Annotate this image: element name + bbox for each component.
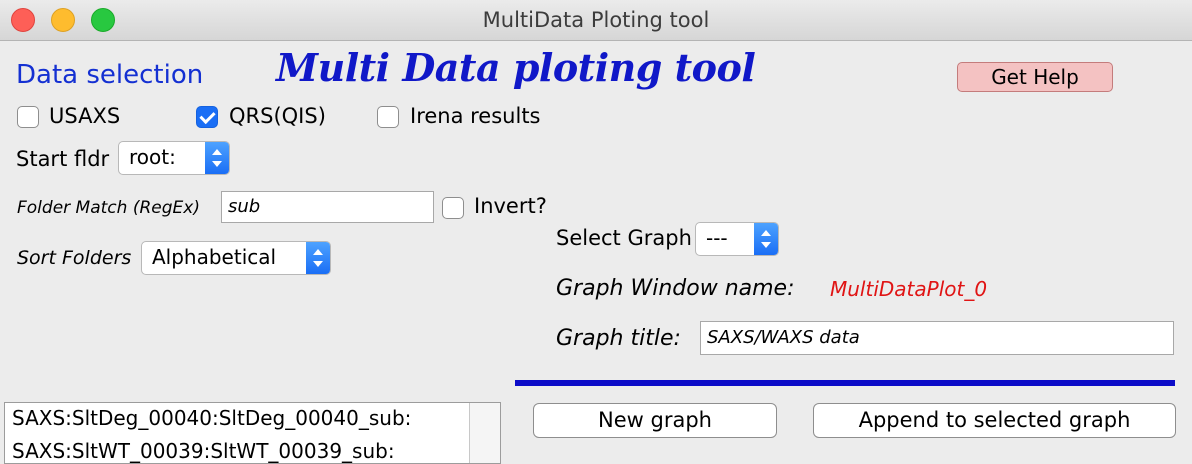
section-divider <box>515 380 1175 386</box>
main-title: Multi Data ploting tool <box>276 45 756 90</box>
popup-arrows-icon <box>205 142 229 174</box>
irena-results-label: Irena results <box>410 104 541 128</box>
popup-arrows-icon <box>306 242 330 274</box>
select-graph-popup[interactable]: --- <box>695 222 779 256</box>
start-folder-label: Start fldr <box>16 147 110 171</box>
section-title: Data selection <box>16 60 204 90</box>
folder-list[interactable]: SAXS:SltDeg_00040:SltDeg_00040_sub: SAXS… <box>4 402 501 464</box>
select-graph-label: Select Graph <box>556 226 692 250</box>
graph-window-name-value: MultiDataPlot_0 <box>830 277 988 301</box>
start-folder-value: root: <box>129 145 176 169</box>
list-item[interactable]: SAXS:SltDeg_00040:SltDeg_00040_sub: <box>12 406 411 430</box>
invert-checkbox[interactable] <box>442 197 464 219</box>
folder-match-label: Folder Match (RegEx) <box>17 198 200 218</box>
window-title: MultiData Ploting tool <box>482 8 710 32</box>
invert-label: Invert? <box>474 194 547 218</box>
sort-folders-label: Sort Folders <box>17 247 132 269</box>
sort-folders-popup[interactable]: Alphabetical <box>141 241 331 275</box>
graph-window-name-label: Graph Window name: <box>556 276 795 301</box>
irena-results-checkbox[interactable] <box>377 106 399 128</box>
list-scrollbar[interactable] <box>469 403 500 463</box>
folder-match-input[interactable]: sub <box>221 191 434 223</box>
new-graph-button[interactable]: New graph <box>533 403 777 438</box>
select-graph-value: --- <box>706 226 728 250</box>
graph-title-input[interactable]: SAXS/WAXS data <box>700 321 1174 355</box>
graph-title-label: Graph title: <box>556 326 681 351</box>
append-to-graph-button[interactable]: Append to selected graph <box>813 403 1176 438</box>
popup-arrows-icon <box>754 223 778 255</box>
sort-folders-value: Alphabetical <box>152 245 277 269</box>
list-item[interactable]: SAXS:SltWT_00039:SltWT_00039_sub: <box>12 439 395 463</box>
get-help-button[interactable]: Get Help <box>957 62 1113 92</box>
usaxs-label: USAXS <box>49 104 121 128</box>
qrs-checkbox[interactable] <box>196 106 218 128</box>
usaxs-checkbox[interactable] <box>17 106 39 128</box>
start-folder-popup[interactable]: root: <box>118 141 230 175</box>
title-bar: MultiData Ploting tool <box>0 0 1192 41</box>
qrs-label: QRS(QIS) <box>229 104 326 128</box>
